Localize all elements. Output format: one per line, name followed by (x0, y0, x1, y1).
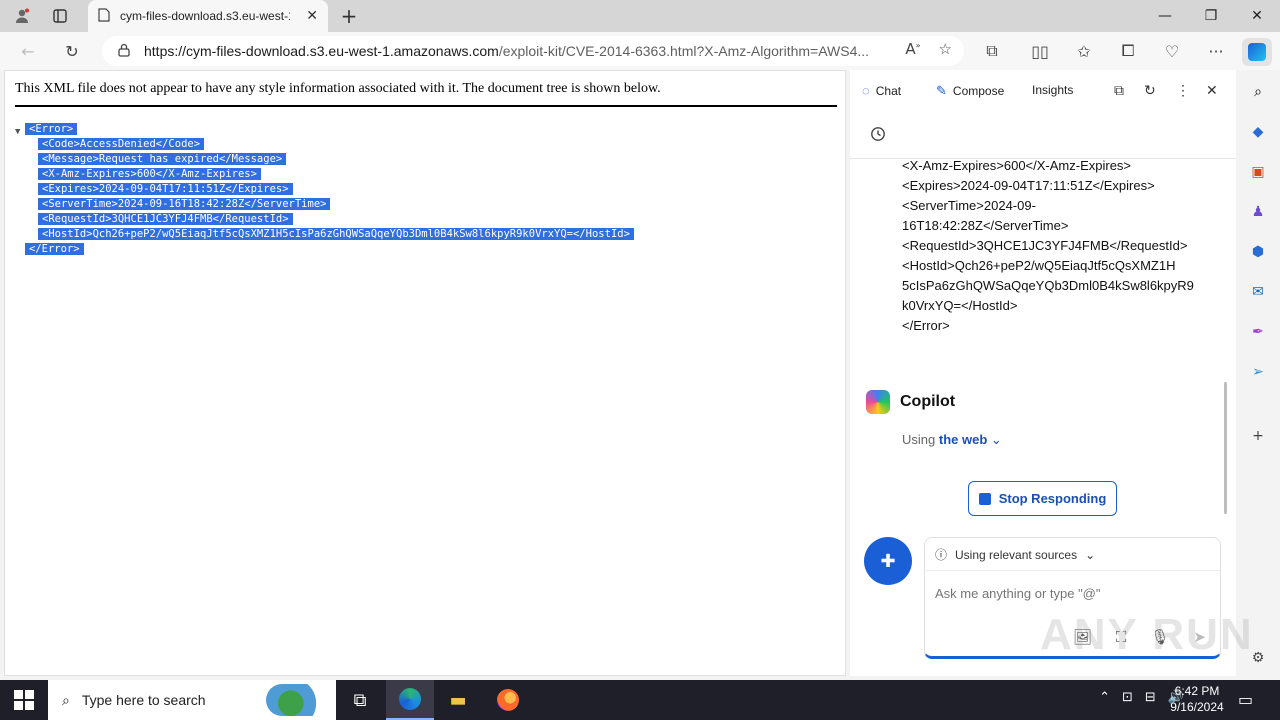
tab-active[interactable]: cym-files-download.s3.eu-west-1.amazonaw… (88, 0, 328, 32)
chat-input[interactable] (935, 586, 1205, 601)
tab-actions-icon[interactable] (46, 4, 74, 28)
tab-close-icon[interactable]: ✕ (306, 8, 318, 24)
refresh-icon[interactable]: ↻ (1144, 82, 1156, 99)
url-text[interactable]: https://cym-files-download.s3.eu-west-1.… (144, 43, 874, 59)
search-icon: ⌕ (62, 691, 70, 708)
compose-icon: ✎ (936, 83, 947, 98)
file-explorer-icon[interactable]: ▬ (434, 680, 482, 720)
collections-icon[interactable]: ⧠ (1114, 38, 1142, 64)
copilot-brand: Copilot (866, 390, 955, 414)
copilot-sidebar: ◌ Chat ✎ Compose Insights ⧉ ↻ ⋮ ✕ <X-Amz-E… (850, 70, 1236, 676)
more-options-icon[interactable]: ⋮ (1176, 82, 1190, 99)
chevron-up-icon[interactable]: ⌃ (1099, 690, 1110, 705)
page-icon (98, 7, 110, 26)
chat-icon: ◌ (862, 83, 870, 98)
notifications-icon[interactable]: ▭ (1238, 690, 1253, 709)
sources-selector[interactable]: ⓘ Using relevant sources ⌄ (935, 546, 1095, 563)
tab-chat[interactable]: ◌ Chat (862, 83, 901, 98)
address-bar[interactable]: https://cym-files-download.s3.eu-west-1.… (102, 36, 964, 66)
history-icon[interactable] (870, 126, 886, 146)
xml-line: <Code>AccessDenied</Code> (38, 137, 634, 152)
add-app-icon[interactable]: + (1248, 426, 1268, 446)
firefox-app-icon[interactable] (484, 680, 532, 720)
xml-line: <Expires>2024-09-04T17:11:51Z</Expires> (38, 182, 634, 197)
split-screen-icon[interactable]: ▯▯ (1026, 38, 1054, 64)
games-icon[interactable]: ♟ (1248, 202, 1268, 222)
page-content: This XML file does not appear to have an… (4, 70, 846, 676)
refresh-button[interactable]: ↻ (58, 38, 86, 64)
title-bar: cym-files-download.s3.eu-west-1.amazonaw… (0, 0, 1280, 32)
xml-line: <RequestId>3QHCE1JC3YFJ4FMB</RequestId> (38, 212, 634, 227)
copilot-header: ◌ Chat ✎ Compose Insights ⧉ ↻ ⋮ ✕ (850, 70, 1236, 114)
tab-title: cym-files-download.s3.eu-west-1.amazonaw… (120, 9, 290, 23)
meet-now-icon[interactable]: ⊡ (1122, 690, 1133, 705)
search-highlight-image (266, 684, 328, 716)
navigation-bar: ← ↻ https://cym-files-download.s3.eu-wes… (0, 32, 1280, 70)
tab-compose[interactable]: ✎ Compose (936, 83, 1004, 99)
new-tab-button[interactable]: + (336, 4, 362, 28)
xml-line: </Error> (25, 242, 634, 257)
minimize-button[interactable]: — (1142, 0, 1188, 32)
taskbar-search[interactable]: ⌕ Type here to search (48, 680, 336, 720)
source-selector[interactable]: Using the web ⌄ (902, 432, 1002, 448)
chevron-down-icon: ⌄ (1085, 547, 1096, 562)
scrollbar[interactable] (1224, 382, 1227, 514)
xml-line: <HostId>Qch26+peP2/wQ5EiaqJtf5cQsXMZ1H5c… (38, 227, 634, 242)
search-icon[interactable]: ⌕ (1248, 82, 1268, 102)
new-topic-icon: ✚ (880, 550, 896, 572)
start-button[interactable] (14, 690, 34, 710)
xml-line: <Error> (25, 122, 634, 137)
browser-essentials-icon[interactable]: ♡ (1158, 38, 1186, 64)
clock[interactable]: 6:42 PM 9/16/2024 (1164, 683, 1230, 715)
back-button[interactable]: ← (14, 38, 42, 64)
copilot-response: <X-Amz-Expires>600</X-Amz-Expires> <Expi… (902, 158, 1194, 333)
network-icon[interactable]: ⊟ (1145, 690, 1156, 705)
tab-insights[interactable]: Insights (1032, 83, 1073, 97)
new-topic-button[interactable]: ✚ (864, 537, 912, 585)
info-icon: ⓘ (935, 548, 948, 562)
xml-style-notice: This XML file does not appear to have an… (15, 81, 837, 107)
favorites-icon[interactable]: ✩ (1070, 38, 1098, 64)
collapse-triangle-icon[interactable]: ▼ (15, 125, 20, 140)
xml-line: <Message>Request has expired</Message> (38, 152, 634, 167)
drop-icon[interactable]: ➢ (1248, 362, 1268, 382)
task-view-icon[interactable]: ⧉ (336, 680, 384, 720)
close-window-button[interactable]: ✕ (1234, 0, 1280, 32)
tools-icon[interactable]: ▣ (1248, 162, 1268, 182)
microsoft-365-icon[interactable]: ⬢ (1248, 242, 1268, 262)
stop-icon (978, 492, 991, 505)
stop-responding-button[interactable]: Stop Responding (968, 481, 1117, 516)
shopping-icon[interactable]: ◆ (1248, 122, 1268, 142)
sidebar-rail: ⌕ ◆ ▣ ♟ ⬢ ✉ ✒ ➢ + ⚙ (1236, 70, 1280, 676)
lock-icon[interactable] (118, 42, 130, 61)
watermark-logo: ANY RUN (1040, 610, 1254, 659)
designer-icon[interactable]: ✒ (1248, 322, 1268, 342)
copilot-logo-icon (866, 390, 890, 414)
taskbar: ⌕ Type here to search ⧉ ▬ ⌃ ⊡ ⊟ 🔊 6:42 P… (0, 680, 1280, 720)
favorite-star-icon[interactable]: ☆ (939, 40, 952, 58)
edge-app-icon[interactable] (386, 680, 434, 720)
xml-line: <X-Amz-Expires>600</X-Amz-Expires> (38, 167, 634, 182)
profile-icon[interactable] (8, 4, 36, 28)
more-menu-icon[interactable]: ··· (1202, 38, 1230, 64)
outlook-icon[interactable]: ✉ (1248, 282, 1268, 302)
read-aloud-icon[interactable]: A» (905, 40, 920, 58)
maximize-button[interactable]: ❐ (1188, 0, 1234, 32)
xml-line: <ServerTime>2024-09-16T18:42:28Z</Server… (38, 197, 634, 212)
open-in-new-icon[interactable]: ⧉ (1114, 82, 1124, 99)
copilot-toolbar-icon[interactable] (1242, 38, 1272, 66)
extensions-icon[interactable]: ⧉ (978, 38, 1006, 64)
close-icon[interactable]: ✕ (1206, 82, 1218, 99)
chevron-down-icon: ⌄ (990, 432, 1002, 447)
xml-tree: ▼ <Error> <Code>AccessDenied</Code> <Mes… (15, 122, 634, 257)
